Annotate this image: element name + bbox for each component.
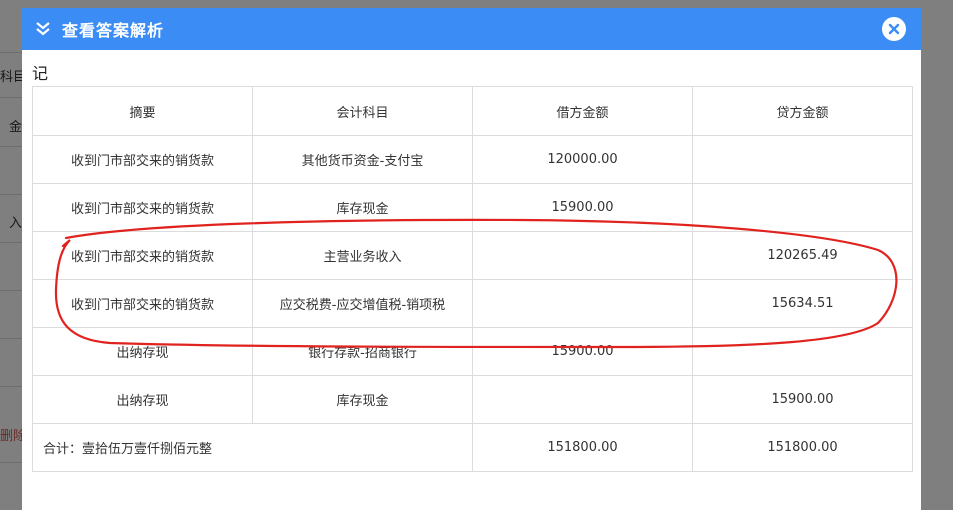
total-credit: 151800.00 (692, 423, 913, 472)
cell-debit (472, 279, 693, 328)
cell-credit (692, 183, 913, 232)
cell-summary: 出纳存现 (32, 327, 253, 376)
total-debit: 151800.00 (472, 423, 693, 472)
voucher-type-label: 记 (32, 64, 49, 83)
cell-summary: 收到门市部交来的销货款 (32, 279, 253, 328)
cell-account: 其他货币资金-支付宝 (252, 135, 473, 184)
cell-debit: 15900.00 (472, 327, 693, 376)
column-header-debit: 借方金额 (472, 86, 693, 136)
modal-title: 查看答案解析 (62, 21, 165, 40)
cell-account: 库存现金 (252, 183, 473, 232)
cell-debit: 15900.00 (472, 183, 693, 232)
cell-credit: 15634.51 (692, 279, 913, 328)
cell-account: 银行存款-招商银行 (252, 327, 473, 376)
column-header-account: 会计科目 (252, 86, 473, 136)
cell-credit (692, 327, 913, 376)
voucher-table: 摘要 会计科目 借方金额 贷方金额 收到门市部交来的销货款 其他货币资金-支付宝… (32, 86, 913, 472)
table-row: 收到门市部交来的销货款 其他货币资金-支付宝 120000.00 (32, 135, 913, 184)
total-label: 合计：壹拾伍万壹仟捌佰元整 (32, 423, 473, 472)
cell-credit (692, 135, 913, 184)
cell-debit (472, 231, 693, 280)
table-row: 收到门市部交来的销货款 应交税费-应交增值税-销项税 15634.51 (32, 279, 913, 328)
total-row: 合计：壹拾伍万壹仟捌佰元整 151800.00 151800.00 (32, 423, 913, 472)
cell-debit (472, 375, 693, 424)
table-row: 出纳存现 库存现金 15900.00 (32, 375, 913, 424)
double-chevron-down-icon[interactable] (34, 20, 52, 38)
answer-analysis-modal: 查看答案解析 记 摘要 会计科目 借方金额 贷方金额 收到门市部交来的销货款 其… (22, 8, 921, 510)
cell-debit: 120000.00 (472, 135, 693, 184)
table-row: 收到门市部交来的销货款 主营业务收入 120265.49 (32, 231, 913, 280)
table-row: 收到门市部交来的销货款 库存现金 15900.00 (32, 183, 913, 232)
cell-summary: 出纳存现 (32, 375, 253, 424)
column-header-summary: 摘要 (32, 86, 253, 136)
cell-summary: 收到门市部交来的销货款 (32, 231, 253, 280)
close-icon (888, 23, 900, 35)
cell-credit: 15900.00 (692, 375, 913, 424)
modal-header: 查看答案解析 (22, 8, 921, 50)
column-header-credit: 贷方金额 (692, 86, 913, 136)
cell-account: 库存现金 (252, 375, 473, 424)
cell-credit: 120265.49 (692, 231, 913, 280)
cell-summary: 收到门市部交来的销货款 (32, 183, 253, 232)
table-header-row: 摘要 会计科目 借方金额 贷方金额 (32, 86, 913, 136)
cell-account: 应交税费-应交增值税-销项税 (252, 279, 473, 328)
table-row: 出纳存现 银行存款-招商银行 15900.00 (32, 327, 913, 376)
close-button[interactable] (882, 17, 906, 41)
cell-account: 主营业务收入 (252, 231, 473, 280)
cell-summary: 收到门市部交来的销货款 (32, 135, 253, 184)
